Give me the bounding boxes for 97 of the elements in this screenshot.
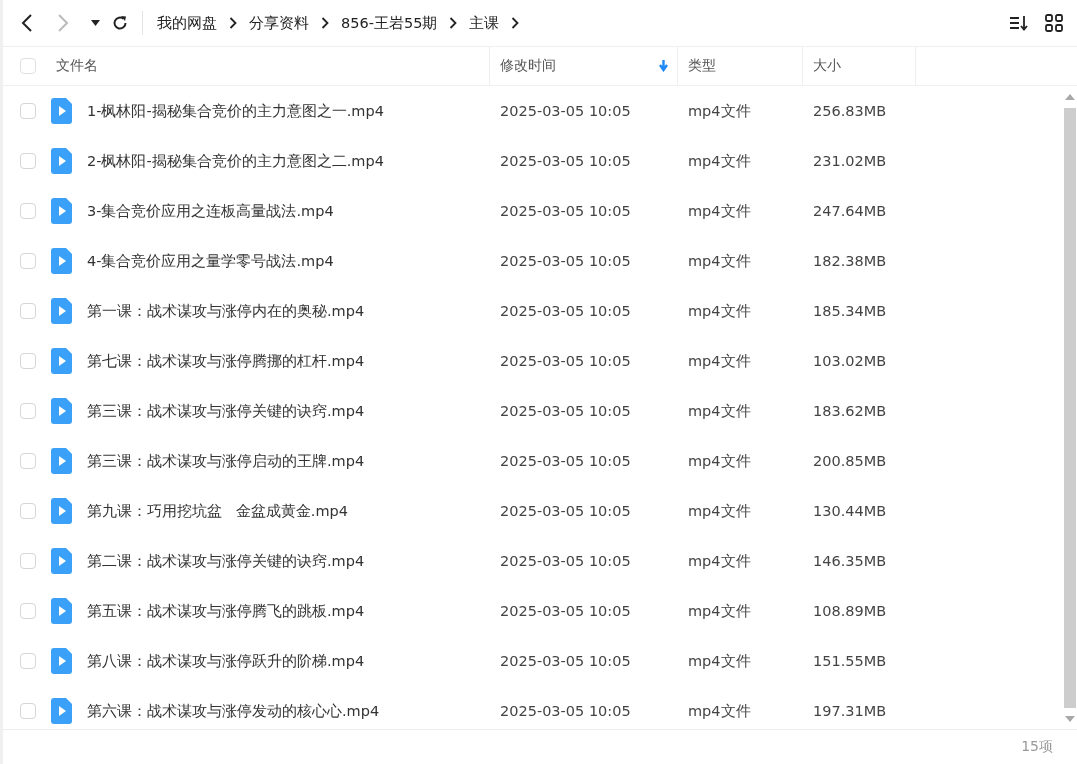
row-checkbox[interactable]: [19, 153, 36, 169]
file-size: 130.44MB: [813, 503, 887, 519]
file-type: mp4文件: [688, 351, 751, 371]
file-size: 146.35MB: [813, 553, 887, 569]
breadcrumb-link[interactable]: 分享资料: [249, 13, 309, 33]
file-size: 151.55MB: [813, 653, 887, 669]
chevron-icon: [449, 17, 458, 29]
modified-date: 2025-03-05 10:05: [500, 703, 631, 719]
file-type: mp4文件: [688, 251, 751, 271]
file-type: mp4文件: [688, 601, 751, 621]
file-size: 108.89MB: [813, 603, 887, 619]
modified-date: 2025-03-05 10:05: [500, 553, 631, 569]
file-name[interactable]: 第二课：战术谋攻与涨停关键的诀窍.mp4: [87, 551, 365, 571]
breadcrumb-link[interactable]: 856-王岩55期: [341, 13, 438, 33]
row-checkbox[interactable]: [19, 553, 36, 569]
video-file-icon: [51, 398, 72, 424]
row-checkbox[interactable]: [19, 653, 36, 669]
row-checkbox[interactable]: [19, 203, 36, 219]
video-file-icon: [51, 198, 72, 224]
modified-date: 2025-03-05 10:05: [500, 603, 631, 619]
sort-list-icon[interactable]: [1009, 15, 1029, 31]
row-checkbox[interactable]: [19, 453, 36, 469]
file-type: mp4文件: [688, 451, 751, 471]
file-size: 247.64MB: [813, 203, 887, 219]
item-count: 15项: [1021, 738, 1053, 756]
file-name[interactable]: 第三课：战术谋攻与涨停启动的王牌.mp4: [87, 451, 365, 471]
video-file-icon: [51, 698, 72, 724]
file-name[interactable]: 第五课：战术谋攻与涨停腾飞的跳板.mp4: [87, 601, 365, 621]
file-name[interactable]: 4-集合竞价应用之量学零号战法.mp4: [87, 251, 334, 271]
file-size: 182.38MB: [813, 253, 887, 269]
file-size: 231.02MB: [813, 153, 887, 169]
row-checkbox[interactable]: [19, 103, 36, 119]
row-checkbox[interactable]: [19, 503, 36, 519]
file-name[interactable]: 第九课：巧用挖坑盆 金盆成黄金.mp4: [87, 501, 348, 521]
video-file-icon: [51, 148, 72, 174]
file-size: 200.85MB: [813, 453, 887, 469]
file-type: mp4文件: [688, 551, 751, 571]
chevron-icon: [511, 17, 520, 29]
dropdown-caret-icon[interactable]: [91, 20, 100, 26]
column-header[interactable]: 修改时间: [500, 57, 556, 75]
row-checkbox[interactable]: [19, 603, 36, 619]
file-type: mp4文件: [688, 501, 751, 521]
video-file-icon: [51, 98, 72, 124]
chevron-icon: [229, 17, 237, 29]
column-header[interactable]: 大小: [813, 57, 841, 75]
file-name[interactable]: 第一课：战术谋攻与涨停内在的奥秘.mp4: [87, 301, 365, 321]
breadcrumb-link[interactable]: 我的网盘: [157, 13, 217, 33]
file-type: mp4文件: [688, 201, 751, 221]
modified-date: 2025-03-05 10:05: [500, 653, 631, 669]
modified-date: 2025-03-05 10:05: [500, 503, 631, 519]
select-all-checkbox[interactable]: [19, 58, 36, 74]
file-size: 185.34MB: [813, 303, 887, 319]
video-file-icon: [51, 448, 72, 474]
refresh-icon[interactable]: [112, 15, 128, 31]
file-size: 103.02MB: [813, 353, 887, 369]
grid-view-icon[interactable]: [1045, 14, 1063, 32]
modified-date: 2025-03-05 10:05: [500, 303, 631, 319]
file-type: mp4文件: [688, 101, 751, 121]
chevron-icon: [321, 17, 329, 29]
row-checkbox[interactable]: [19, 703, 36, 719]
file-size: 256.83MB: [813, 103, 887, 119]
file-name[interactable]: 第六课：战术谋攻与涨停发动的核心心.mp4: [87, 701, 380, 721]
row-checkbox[interactable]: [19, 403, 36, 419]
video-file-icon: [51, 248, 72, 274]
breadcrumb-link[interactable]: 主课: [469, 13, 500, 33]
file-name[interactable]: 2-枫林阳-揭秘集合竞价的主力意图之二.mp4: [87, 151, 384, 171]
modified-date: 2025-03-05 10:05: [500, 353, 631, 369]
video-file-icon: [51, 548, 72, 574]
file-size: 183.62MB: [813, 403, 887, 419]
modified-date: 2025-03-05 10:05: [500, 103, 631, 119]
modified-date: 2025-03-05 10:05: [500, 403, 631, 419]
file-name[interactable]: 第八课：战术谋攻与涨停跃升的阶梯.mp4: [87, 651, 365, 671]
modified-date: 2025-03-05 10:05: [500, 453, 631, 469]
modified-date: 2025-03-05 10:05: [500, 253, 631, 269]
file-type: mp4文件: [688, 401, 751, 421]
modified-date: 2025-03-05 10:05: [500, 203, 631, 219]
file-type: mp4文件: [688, 301, 751, 321]
file-name[interactable]: 3-集合竞价应用之连板高量战法.mp4: [87, 201, 334, 221]
row-checkbox[interactable]: [19, 353, 36, 369]
row-checkbox[interactable]: [19, 253, 36, 269]
back-icon[interactable]: [21, 13, 33, 33]
video-file-icon: [51, 598, 72, 624]
video-file-icon: [51, 348, 72, 374]
column-header[interactable]: 类型: [688, 57, 716, 75]
file-size: 197.31MB: [813, 703, 887, 719]
column-header[interactable]: 文件名: [56, 57, 98, 75]
modified-date: 2025-03-05 10:05: [500, 153, 631, 169]
file-name[interactable]: 第三课：战术谋攻与涨停关键的诀窍.mp4: [87, 401, 365, 421]
row-checkbox[interactable]: [19, 303, 36, 319]
file-name[interactable]: 第七课：战术谋攻与涨停腾挪的杠杆.mp4: [87, 351, 365, 371]
file-type: mp4文件: [688, 701, 751, 721]
video-file-icon: [51, 298, 72, 324]
video-file-icon: [51, 498, 72, 524]
file-type: mp4文件: [688, 651, 751, 671]
file-name[interactable]: 1-枫林阳-揭秘集合竞价的主力意图之一.mp4: [87, 101, 384, 121]
file-type: mp4文件: [688, 151, 751, 171]
video-file-icon: [51, 648, 72, 674]
